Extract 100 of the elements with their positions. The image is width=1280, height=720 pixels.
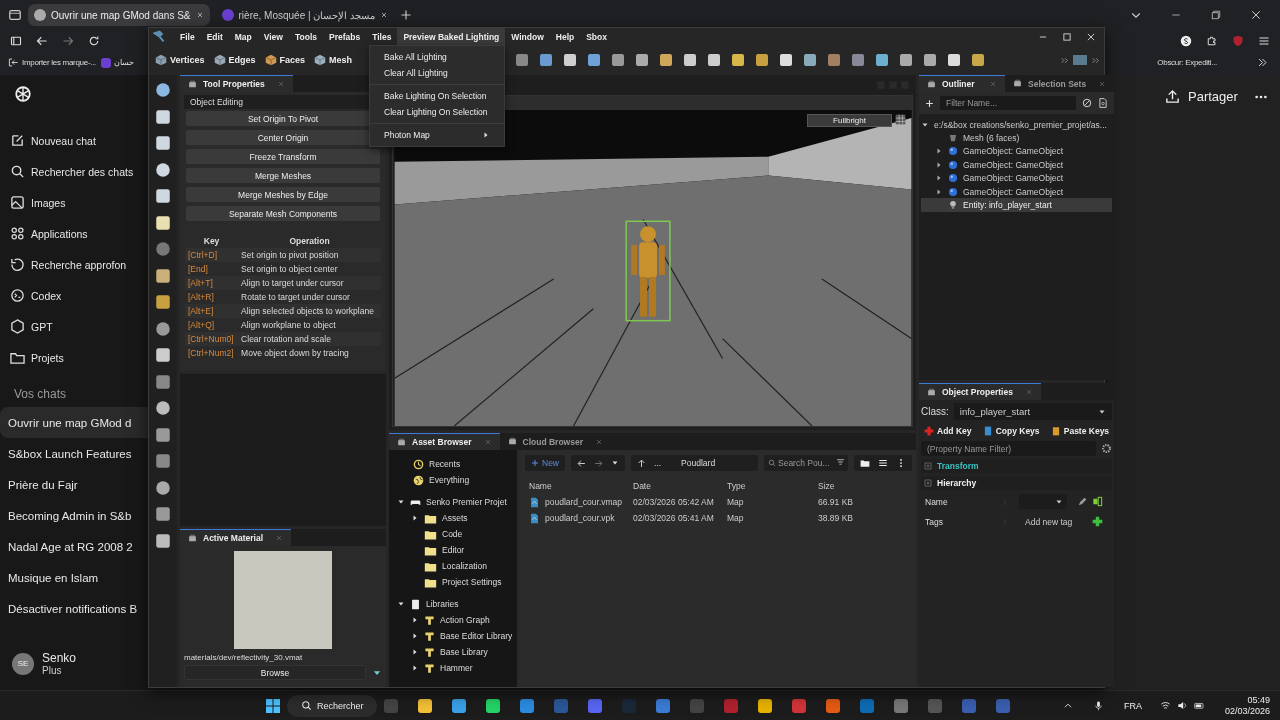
menu-item[interactable]: View: [257, 28, 289, 45]
language-indicator[interactable]: FRA: [1123, 700, 1142, 711]
new-button[interactable]: New: [525, 455, 565, 471]
tree-item[interactable]: Action Graph: [389, 612, 517, 628]
sidebar-item[interactable]: GPT: [0, 311, 148, 342]
sidebar-item[interactable]: Nouveau chat: [0, 125, 148, 156]
tree-item[interactable]: Assets: [389, 510, 517, 526]
tree-item[interactable]: Entity: info_player_start: [921, 198, 1113, 212]
collapse-arrow-icon[interactable]: [397, 498, 405, 506]
app-icon[interactable]: [519, 697, 535, 714]
add-icon[interactable]: [925, 98, 934, 108]
gear-icon[interactable]: [1101, 443, 1113, 454]
clock-date[interactable]: 02/03/2026: [1224, 705, 1270, 717]
action-button[interactable]: Separate Mesh Components: [186, 206, 380, 221]
back-icon[interactable]: [36, 35, 48, 47]
mode-button[interactable]: Vertices: [153, 49, 209, 71]
pencil-icon[interactable]: [1077, 496, 1087, 507]
overflow-icon[interactable]: [1091, 55, 1100, 65]
back-icon[interactable]: [577, 458, 586, 468]
history-dropdown-icon[interactable]: [611, 459, 619, 467]
menu-item[interactable]: Bake All Lighting: [370, 49, 504, 65]
search-field[interactable]: Search Pou...: [764, 455, 848, 471]
key-button[interactable]: Add Key: [921, 423, 975, 438]
sidebar-item[interactable]: Images: [0, 187, 148, 218]
key-button[interactable]: Paste Keys: [1047, 423, 1113, 438]
browse-button[interactable]: Browse: [184, 665, 366, 680]
action-button[interactable]: Merge Meshes: [186, 168, 380, 183]
speaker-icon[interactable]: [1176, 700, 1188, 711]
maximize-icon[interactable]: [1062, 31, 1072, 42]
menu-item[interactable]: Prefabs: [323, 28, 367, 45]
microphone-icon[interactable]: [1092, 700, 1104, 711]
tree-item[interactable]: GameObject: GameObject: [921, 158, 1113, 172]
class-dropdown[interactable]: info_player_start: [953, 403, 1113, 420]
tree-item[interactable]: Editor: [389, 542, 517, 558]
network-icon[interactable]: [1159, 700, 1171, 711]
menu-item[interactable]: Tools: [288, 28, 323, 45]
panel-tab[interactable]: Asset Browser: [389, 433, 500, 450]
property-group[interactable]: Hierarchy: [921, 476, 1113, 490]
tree-item[interactable]: e:/s&box creations/senko_premier_projet/as...: [921, 118, 1113, 132]
path-ellipsis[interactable]: ...: [654, 458, 662, 468]
submenu-arrow-icon[interactable]: [482, 131, 490, 139]
fullbright-button[interactable]: Fullbright: [807, 114, 892, 127]
property-group[interactable]: Transform: [921, 459, 1113, 473]
menu-item[interactable]: Clear All Lighting: [370, 65, 504, 81]
menu-item[interactable]: Map: [228, 28, 258, 45]
sidebar-item[interactable]: Codex: [0, 280, 148, 311]
tab-list-icon[interactable]: [8, 8, 22, 22]
action-button[interactable]: Merge Meshes by Edge: [186, 187, 380, 202]
menu-item[interactable]: Help: [549, 28, 581, 45]
chat-item[interactable]: Becoming Admin in S&b: [0, 500, 148, 531]
file-row[interactable]: poudlard_cour.vmap 02/03/2026 05:42 AM Map 66.91 KB: [525, 494, 912, 510]
up-icon[interactable]: [637, 458, 646, 468]
user-avatar[interactable]: SE: [12, 652, 34, 675]
app-icon[interactable]: [417, 697, 433, 714]
tree-item[interactable]: Base Editor Library: [389, 628, 517, 644]
bookmark-link[interactable]: Obscur: Expediti...: [1157, 58, 1217, 67]
property-filter-field[interactable]: (Property Name Filter): [921, 441, 1097, 456]
sidebar-icon[interactable]: [10, 35, 22, 47]
more-bookmarks-icon[interactable]: [1257, 57, 1268, 68]
browser-tab[interactable]: Ouvrir une map GMod dans S&: [28, 4, 210, 26]
clock-time[interactable]: 05:49: [1224, 694, 1270, 706]
close-icon[interactable]: [195, 11, 204, 19]
action-button[interactable]: Freeze Transform: [186, 149, 380, 164]
list-view-icon[interactable]: [878, 458, 888, 468]
app-icon[interactable]: [757, 697, 773, 714]
windows-logo-icon[interactable]: [265, 697, 281, 714]
menu-item[interactable]: Preview Baked Lighting: [397, 28, 506, 45]
sidebar-item[interactable]: Applications: [0, 218, 148, 249]
share-button[interactable]: Partager: [1165, 89, 1238, 104]
plus-icon[interactable]: [1092, 516, 1104, 527]
tree-item[interactable]: GameObject: GameObject: [921, 144, 1113, 159]
clear-filter-icon[interactable]: [1082, 98, 1093, 108]
tree-item[interactable]: Mesh (6 faces): [921, 131, 1113, 145]
forward-icon[interactable]: [62, 35, 74, 47]
expand-arrow-icon[interactable]: [411, 514, 419, 522]
column-header[interactable]: Name: [529, 481, 633, 491]
panel-tab[interactable]: Cloud Browser: [499, 433, 611, 450]
filter-field[interactable]: Filter Name...: [940, 96, 1077, 110]
column-header[interactable]: Size: [818, 481, 912, 491]
mode-button[interactable]: Edges: [211, 49, 260, 71]
tree-item[interactable]: GameObject: GameObject: [921, 184, 1113, 199]
app-icon[interactable]: [451, 697, 467, 714]
restore-icon[interactable]: [1210, 9, 1222, 21]
panel-tab[interactable]: Object Properties: [919, 383, 1041, 400]
bookmark-link[interactable]: Importer les marque-...: [22, 58, 96, 67]
overflow-icon[interactable]: [1060, 55, 1069, 65]
sidebar-item[interactable]: Recherche approfon: [0, 249, 148, 280]
forward-icon[interactable]: [594, 458, 603, 468]
chat-item[interactable]: Prière du Fajr: [0, 469, 148, 500]
chat-item[interactable]: Nadal Age at RG 2008 2: [0, 531, 148, 562]
panel-tab[interactable]: Tool Properties: [180, 75, 293, 92]
menu-item[interactable]: File: [174, 28, 201, 45]
tree-item[interactable]: Senko Premier Projet: [389, 494, 517, 510]
key-button[interactable]: Copy Keys: [979, 423, 1043, 438]
column-header[interactable]: Date: [633, 481, 727, 491]
menu-item[interactable]: Tiles: [366, 28, 398, 45]
add-tag-field[interactable]: Add new tag: [1019, 516, 1093, 527]
path-segment[interactable]: Poudlard: [681, 458, 716, 468]
chat-item[interactable]: S&box Launch Features: [0, 438, 148, 469]
app-icon[interactable]: [485, 697, 501, 714]
